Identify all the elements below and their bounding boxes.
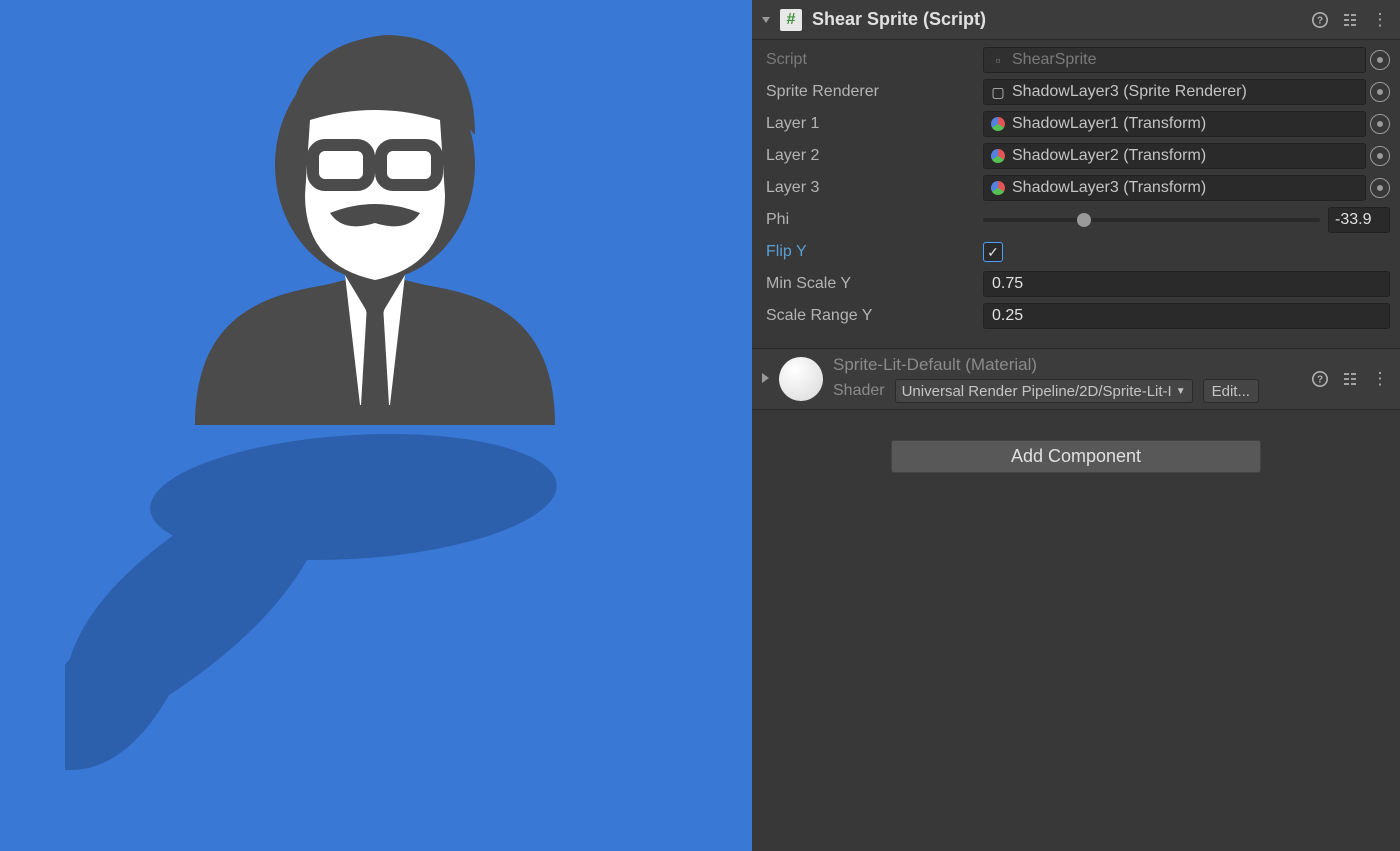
help-icon[interactable]: ? bbox=[1310, 10, 1330, 30]
prop-label: Layer 3 bbox=[762, 179, 977, 197]
add-component-button[interactable]: Add Component bbox=[891, 440, 1261, 473]
object-picker-icon[interactable] bbox=[1370, 50, 1390, 70]
script-file-icon: ▫ bbox=[990, 52, 1006, 68]
prop-label: Flip Y bbox=[762, 243, 977, 261]
prop-flip-y: Flip Y ✓ bbox=[762, 236, 1390, 268]
slider-thumb-icon[interactable] bbox=[1077, 213, 1091, 227]
material-title: Sprite-Lit-Default (Material) bbox=[833, 355, 1300, 375]
object-picker-icon[interactable] bbox=[1370, 178, 1390, 198]
layer2-field[interactable]: ShadowLayer2 (Transform) bbox=[983, 143, 1366, 169]
phi-value-field[interactable] bbox=[1328, 207, 1390, 233]
prop-label: Scale Range Y bbox=[762, 307, 977, 325]
preset-icon[interactable] bbox=[1340, 10, 1360, 30]
prop-label: Layer 2 bbox=[762, 147, 977, 165]
component-header: # Shear Sprite (Script) ? ⋮ bbox=[752, 0, 1400, 40]
svg-text:?: ? bbox=[1317, 375, 1323, 386]
prop-layer2: Layer 2 ShadowLayer2 (Transform) bbox=[762, 140, 1390, 172]
prop-label: Layer 1 bbox=[762, 115, 977, 133]
component-body: Script ▫ ShearSprite Sprite Renderer ▢ S… bbox=[752, 40, 1400, 342]
transform-icon bbox=[990, 116, 1006, 132]
scene-viewport bbox=[0, 0, 752, 851]
prop-layer1: Layer 1 ShadowLayer1 (Transform) bbox=[762, 108, 1390, 140]
help-icon[interactable]: ? bbox=[1310, 369, 1330, 389]
prop-script: Script ▫ ShearSprite bbox=[762, 44, 1390, 76]
svg-text:?: ? bbox=[1317, 15, 1323, 26]
sprite-renderer-field[interactable]: ▢ ShadowLayer3 (Sprite Renderer) bbox=[983, 79, 1366, 105]
edit-shader-button[interactable]: Edit... bbox=[1203, 379, 1259, 403]
min-scale-y-field[interactable] bbox=[983, 271, 1390, 297]
phi-slider[interactable] bbox=[983, 218, 1320, 222]
object-picker-icon[interactable] bbox=[1370, 114, 1390, 134]
script-field: ▫ ShearSprite bbox=[983, 47, 1366, 73]
script-icon: # bbox=[780, 9, 802, 31]
kebab-menu-icon[interactable]: ⋮ bbox=[1370, 10, 1390, 30]
add-component-row: Add Component bbox=[752, 410, 1400, 503]
prop-label: Sprite Renderer bbox=[762, 83, 977, 101]
material-preview-icon bbox=[779, 357, 823, 401]
kebab-menu-icon[interactable]: ⋮ bbox=[1370, 369, 1390, 389]
transform-icon bbox=[990, 180, 1006, 196]
prop-layer3: Layer 3 ShadowLayer3 (Transform) bbox=[762, 172, 1390, 204]
prop-min-scale-y: Min Scale Y bbox=[762, 268, 1390, 300]
sprite-preview bbox=[145, 5, 605, 438]
shader-label: Shader bbox=[833, 382, 885, 400]
prop-label: Script bbox=[762, 51, 977, 69]
foldout-toggle-icon[interactable] bbox=[762, 373, 769, 383]
inspector-panel: # Shear Sprite (Script) ? ⋮ Script ▫ She… bbox=[752, 0, 1400, 851]
prop-sprite-renderer: Sprite Renderer ▢ ShadowLayer3 (Sprite R… bbox=[762, 76, 1390, 108]
layer3-field[interactable]: ShadowLayer3 (Transform) bbox=[983, 175, 1366, 201]
prop-label: Min Scale Y bbox=[762, 275, 977, 293]
flip-y-checkbox[interactable]: ✓ bbox=[983, 242, 1003, 262]
layer1-field[interactable]: ShadowLayer1 (Transform) bbox=[983, 111, 1366, 137]
transform-icon bbox=[990, 148, 1006, 164]
material-header: Sprite-Lit-Default (Material) Shader Uni… bbox=[752, 348, 1400, 410]
scale-range-y-field[interactable] bbox=[983, 303, 1390, 329]
sprite-renderer-icon: ▢ bbox=[990, 84, 1006, 100]
component-title: Shear Sprite (Script) bbox=[812, 9, 1300, 30]
object-picker-icon[interactable] bbox=[1370, 146, 1390, 166]
prop-scale-range-y: Scale Range Y bbox=[762, 300, 1390, 332]
object-picker-icon[interactable] bbox=[1370, 82, 1390, 102]
prop-label: Phi bbox=[762, 211, 977, 229]
foldout-toggle-icon[interactable] bbox=[762, 17, 770, 23]
preset-icon[interactable] bbox=[1340, 369, 1360, 389]
prop-phi: Phi bbox=[762, 204, 1390, 236]
chevron-down-icon: ▼ bbox=[1176, 386, 1186, 397]
shader-dropdown[interactable]: Universal Render Pipeline/2D/Sprite-Lit-… bbox=[895, 379, 1193, 403]
